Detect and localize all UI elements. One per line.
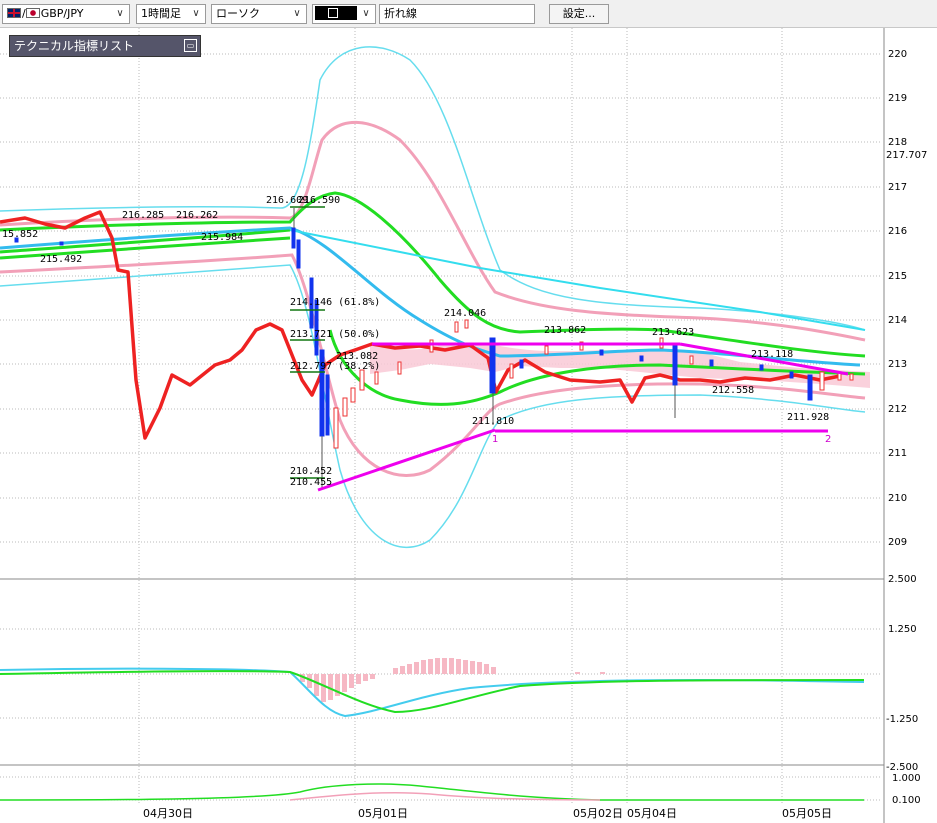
price-label: 211.810 bbox=[472, 416, 514, 427]
price-label: 210.455 bbox=[290, 477, 332, 488]
marker-2: 2 bbox=[825, 434, 831, 445]
price-tick: 209 bbox=[888, 537, 907, 548]
price-label: 214.046 bbox=[444, 308, 486, 319]
price-tick: 216 bbox=[888, 226, 907, 237]
price-label: 212.558 bbox=[712, 385, 754, 396]
price-label: 15.852 bbox=[2, 229, 38, 240]
macd-tick: 2.500 bbox=[888, 574, 917, 585]
window-icon[interactable]: ▭ bbox=[184, 39, 197, 52]
price-label: 213.862 bbox=[544, 325, 586, 336]
price-tick: 210 bbox=[888, 493, 907, 504]
lower-tick: 0.100 bbox=[892, 795, 921, 806]
price-tick: 218 bbox=[888, 137, 907, 148]
price-label: 213.623 bbox=[652, 327, 694, 338]
time-label: 04月30日 bbox=[143, 807, 193, 820]
marker-1: 1 bbox=[492, 434, 498, 445]
price-label: 215.984 bbox=[201, 232, 243, 243]
price-label: 215.492 bbox=[40, 254, 82, 265]
time-label: 05月04日 bbox=[627, 807, 677, 820]
indicator-list-panel[interactable]: テクニカル指標リスト ▭ bbox=[9, 35, 201, 57]
fib-label: 213.721 (50.0%) bbox=[290, 329, 380, 340]
macd-tick: 1.250 bbox=[888, 624, 917, 635]
macd-tick: -1.250 bbox=[886, 714, 918, 725]
price-tick: 215 bbox=[888, 271, 907, 282]
price-label: 210.452 bbox=[290, 466, 332, 477]
lower-axis-labels: 1.000 0.100 bbox=[892, 773, 921, 806]
price-label: 211.928 bbox=[787, 412, 829, 423]
price-tick: 212 bbox=[888, 404, 907, 415]
fib-label: 212.797 (38.2%) bbox=[290, 361, 380, 372]
price-tick: 217.707 bbox=[886, 150, 927, 161]
price-label: 213.118 bbox=[751, 349, 793, 360]
time-label: 05月05日 bbox=[782, 807, 832, 820]
price-tick: 213 bbox=[888, 359, 907, 370]
macd-axis-labels: 2.500 1.250 -1.250 -2.500 bbox=[886, 574, 918, 773]
price-tick: 219 bbox=[888, 93, 907, 104]
indicator-list-title: テクニカル指標リスト bbox=[14, 39, 135, 53]
price-label: 216.590 bbox=[298, 195, 340, 206]
time-label: 05月02日 bbox=[573, 807, 623, 820]
price-axis-labels: 220 219 218 217.707 217 216 215 214 213 … bbox=[886, 49, 927, 548]
time-label: 05月01日 bbox=[358, 807, 408, 820]
lower-tick: 1.000 bbox=[892, 773, 921, 784]
price-label: 216.285 bbox=[122, 210, 164, 221]
price-tick: 220 bbox=[888, 49, 907, 60]
price-label: 216.262 bbox=[176, 210, 218, 221]
price-tick: 211 bbox=[888, 448, 907, 459]
price-tick: 217 bbox=[888, 182, 907, 193]
chart-canvas[interactable]: 220 219 218 217.707 217 216 215 214 213 … bbox=[0, 0, 937, 823]
price-tick: 214 bbox=[888, 315, 907, 326]
macd-tick: -2.500 bbox=[886, 762, 918, 773]
fib-label: 214.146 (61.8%) bbox=[290, 297, 380, 308]
